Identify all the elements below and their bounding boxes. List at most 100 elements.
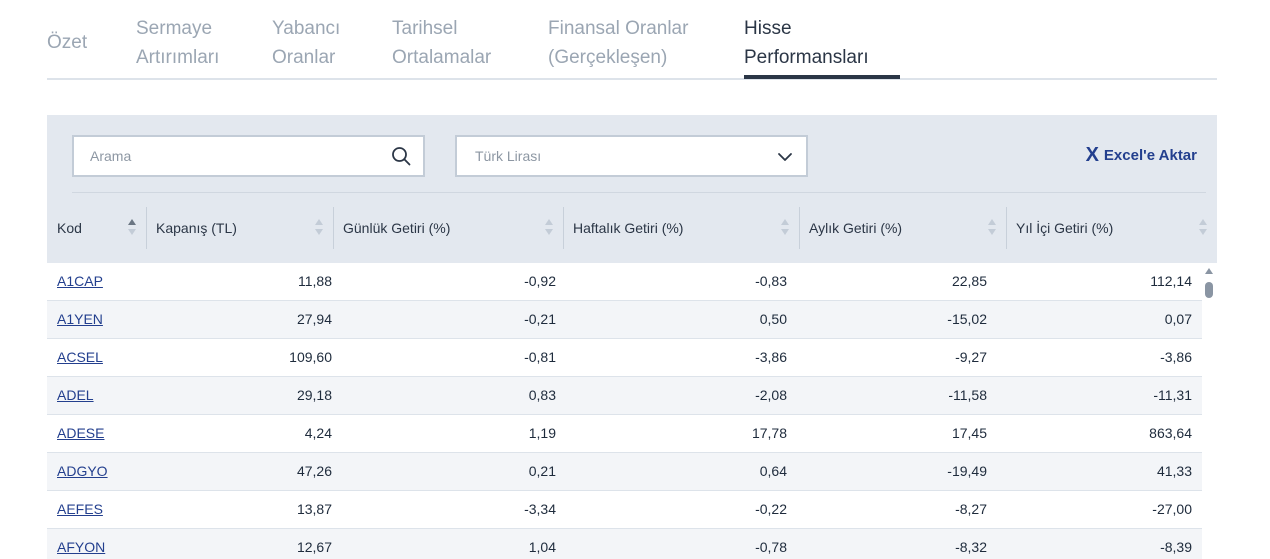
cell-gunluk-getiri: -0,21 — [524, 311, 556, 327]
column-separator — [1006, 207, 1007, 249]
cell-haftalik-getiri: 0,50 — [759, 311, 787, 327]
column-header-gunluk-getiri[interactable]: Günlük Getiri (%) — [333, 193, 563, 263]
column-separator — [333, 207, 334, 249]
currency-selected-value: Türk Lirası — [475, 148, 542, 164]
excel-export-button[interactable]: X Excel'e Aktar — [1086, 143, 1197, 167]
cell-haftalik-getiri: 0,64 — [759, 463, 787, 479]
tab-label: Oranlar — [272, 47, 336, 68]
tab-yabanci-oranlar[interactable]: Yabancı Oranlar — [272, 14, 340, 72]
cell-yil-ici-getiri: -3,86 — [1160, 349, 1192, 365]
search-icon[interactable] — [391, 146, 411, 166]
tab-sermaye-artirimlari[interactable]: Sermaye Artırımları — [136, 14, 219, 72]
cell-haftalik-getiri: -0,78 — [755, 539, 787, 555]
cell-gunluk-getiri: 1,19 — [528, 425, 556, 441]
cell-kapanis: 47,26 — [296, 463, 332, 479]
column-header-kod[interactable]: Kod — [47, 193, 146, 263]
sort-icon — [128, 219, 136, 237]
cell-kapanis: 109,60 — [289, 349, 332, 365]
sort-icon — [545, 219, 553, 237]
active-tab-indicator — [744, 75, 900, 79]
table-row: ADEL 29,18 0,83 -2,08 -11,58 -11,31 — [47, 377, 1202, 415]
tab-tarihsel-ortalamalar[interactable]: Tarihsel Ortalamalar — [392, 14, 491, 72]
search-box — [72, 135, 425, 177]
tab-label: Hisse — [744, 18, 792, 39]
column-separator — [146, 207, 147, 249]
column-header-label: Kod — [57, 220, 82, 236]
tab-label: Finansal Oranlar — [548, 18, 689, 39]
cell-yil-ici-getiri: -8,39 — [1160, 539, 1192, 555]
stock-code-link[interactable]: AFYON — [57, 529, 105, 559]
tab-bar: Özet Sermaye Artırımları Yabancı Oranlar… — [47, 0, 1217, 80]
cell-gunluk-getiri: -0,81 — [524, 349, 556, 365]
scroll-thumb[interactable] — [1205, 282, 1213, 298]
sort-icon — [781, 219, 789, 237]
table-row: AFYON 12,67 1,04 -0,78 -8,32 -8,39 — [47, 529, 1202, 559]
cell-aylik-getiri: 22,85 — [951, 273, 987, 289]
cell-aylik-getiri: -11,58 — [948, 387, 987, 403]
stock-code-link[interactable]: A1YEN — [57, 301, 103, 338]
stock-code-link[interactable]: AEFES — [57, 491, 103, 528]
cell-gunluk-getiri: 1,04 — [528, 539, 556, 555]
cell-kapanis: 11,88 — [298, 273, 332, 289]
table-scrollbar[interactable] — [1202, 263, 1217, 559]
sort-icon — [988, 219, 996, 237]
column-header-label: Günlük Getiri (%) — [343, 220, 451, 236]
cell-kapanis: 29,18 — [296, 387, 332, 403]
search-input[interactable] — [90, 137, 370, 175]
stock-code-link[interactable]: A1CAP — [57, 263, 103, 300]
column-separator — [799, 207, 800, 249]
scroll-up-arrow-icon[interactable] — [1205, 268, 1213, 274]
stock-code-link[interactable]: ADESE — [57, 415, 104, 452]
cell-yil-ici-getiri: 41,33 — [1156, 463, 1192, 479]
sort-icon — [315, 219, 323, 237]
cell-aylik-getiri: -19,49 — [947, 463, 987, 479]
column-header-haftalik-getiri[interactable]: Haftalık Getiri (%) — [563, 193, 799, 263]
stock-code-link[interactable]: ADGYO — [57, 453, 108, 490]
column-header-label: Yıl İçi Getiri (%) — [1016, 220, 1114, 236]
cell-gunluk-getiri: 0,21 — [528, 463, 556, 479]
cell-yil-ici-getiri: 112,14 — [1150, 273, 1192, 289]
table-row: ACSEL 109,60 -0,81 -3,86 -9,27 -3,86 — [47, 339, 1202, 377]
tab-label: Ortalamalar — [392, 47, 492, 68]
table-header: Kod Kapanış (TL) Günlük Getiri (%) Hafta… — [47, 193, 1217, 263]
cell-yil-ici-getiri: -27,00 — [1152, 501, 1192, 517]
tab-label: Performansları — [744, 47, 869, 68]
cell-aylik-getiri: -9,27 — [955, 349, 987, 365]
chevron-down-icon — [778, 153, 792, 161]
table-row: ADGYO 47,26 0,21 0,64 -19,49 41,33 — [47, 453, 1202, 491]
cell-haftalik-getiri: -3,86 — [755, 349, 787, 365]
cell-gunluk-getiri: -0,92 — [524, 273, 556, 289]
table-row: A1CAP 11,88 -0,92 -0,83 22,85 112,14 — [47, 263, 1202, 301]
cell-kapanis: 12,67 — [296, 539, 332, 555]
cell-gunluk-getiri: -3,34 — [524, 501, 556, 517]
column-header-aylik-getiri[interactable]: Aylık Getiri (%) — [799, 193, 1006, 263]
table-body: A1CAP 11,88 -0,92 -0,83 22,85 112,14 A1YEN 27,9… — [47, 263, 1202, 559]
tab-hisse-performanslari[interactable]: Hisse Performansları — [744, 14, 869, 72]
excel-icon: X — [1085, 144, 1099, 166]
tab-label: Artırımları — [136, 47, 220, 68]
column-header-label: Haftalık Getiri (%) — [573, 220, 684, 236]
currency-select[interactable]: Türk Lirası — [455, 135, 808, 177]
stock-code-link[interactable]: ADEL — [57, 377, 94, 414]
tab-label: Tarihsel — [392, 18, 458, 39]
stock-performance-panel: Türk Lirası X Excel'e Aktar Kod Kapanış … — [47, 115, 1217, 559]
table-row: ADESE 4,24 1,19 17,78 17,45 863,64 — [47, 415, 1202, 453]
stock-code-link[interactable]: ACSEL — [57, 339, 103, 376]
column-header-kapanis[interactable]: Kapanış (TL) — [146, 193, 333, 263]
cell-kapanis: 13,87 — [296, 501, 332, 517]
cell-aylik-getiri: -8,27 — [955, 501, 987, 517]
tab-ozet[interactable]: Özet — [47, 28, 87, 57]
column-header-yil-ici-getiri[interactable]: Yıl İçi Getiri (%) — [1006, 193, 1217, 263]
cell-yil-ici-getiri: 0,07 — [1164, 311, 1192, 327]
cell-gunluk-getiri: 0,83 — [528, 387, 556, 403]
cell-haftalik-getiri: -0,22 — [755, 501, 787, 517]
tab-label: (Gerçekleşen) — [548, 47, 668, 68]
table-row: A1YEN 27,94 -0,21 0,50 -15,02 0,07 — [47, 301, 1202, 339]
column-separator — [563, 207, 564, 249]
cell-aylik-getiri: -15,02 — [947, 311, 987, 327]
table-toolbar: Türk Lirası X Excel'e Aktar — [47, 115, 1217, 193]
tab-label: Özet — [47, 32, 88, 53]
excel-export-label: Excel'e Aktar — [1103, 146, 1197, 164]
tab-finansal-oranlar[interactable]: Finansal Oranlar (Gerçekleşen) — [548, 14, 688, 72]
column-header-label: Aylık Getiri (%) — [809, 220, 903, 236]
